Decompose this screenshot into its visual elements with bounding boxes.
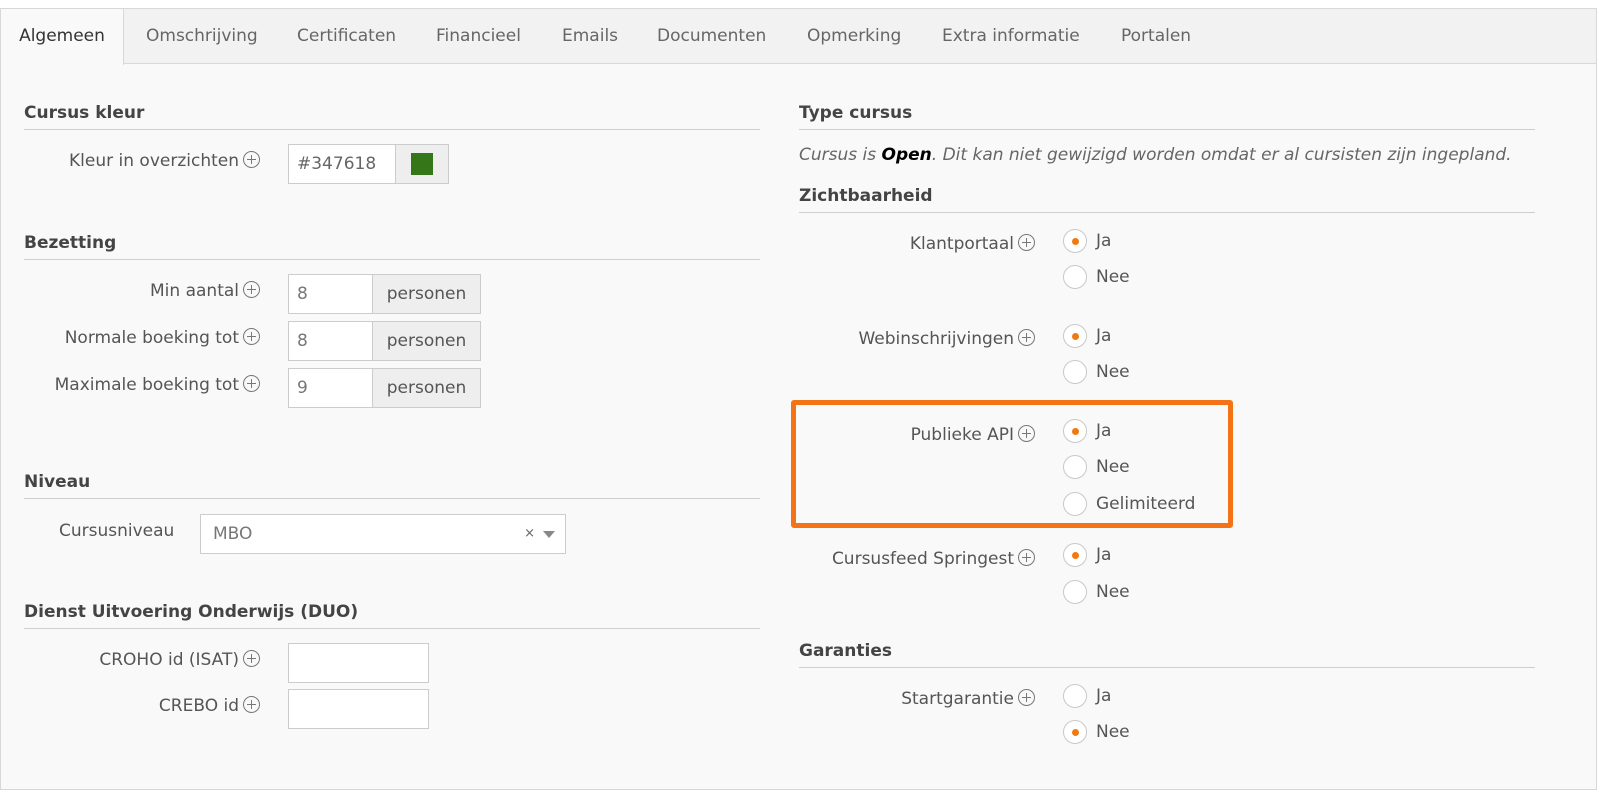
plus-circle-icon[interactable] [243,696,260,713]
springest-label: Cursusfeed Springest [832,549,1035,569]
radio-selected[interactable] [1063,720,1087,744]
plus-circle-icon[interactable] [243,281,260,298]
section-bezetting: Bezetting [24,233,760,260]
croho-label: CROHO id (ISAT) [99,650,260,670]
plus-circle-icon[interactable] [1018,329,1035,346]
section-cursus-kleur: Cursus kleur [24,103,760,130]
plus-circle-icon[interactable] [243,328,260,345]
klantportaal-label-text: Klantportaal [909,234,1014,254]
kleur-label: Kleur in overzichten [69,151,260,171]
cursusniveau-value: MBO [213,524,253,544]
crebo-label-text: CREBO id [158,696,239,716]
radio-unselected[interactable] [1063,580,1087,604]
radio-label: Nee [1096,582,1130,602]
tab-portalen[interactable]: Portalen [1121,9,1191,63]
plus-circle-icon[interactable] [1018,549,1035,566]
radio-unselected[interactable] [1063,492,1087,516]
webinschrijvingen-label-text: Webinschrijvingen [858,329,1014,349]
radio-label: Gelimiteerd [1096,494,1196,514]
kleur-label-text: Kleur in overzichten [69,151,239,171]
radio-label: Ja [1096,545,1112,565]
plus-circle-icon[interactable] [243,151,260,168]
personen-addon: personen [372,321,481,361]
radio-label: Ja [1096,421,1112,441]
tab-emails[interactable]: Emails [562,9,618,63]
radio-unselected[interactable] [1063,684,1087,708]
radio-unselected[interactable] [1063,455,1087,479]
crebo-input[interactable] [288,689,429,729]
tab-documenten[interactable]: Documenten [657,9,766,63]
plus-circle-icon[interactable] [243,650,260,667]
radio-label: Ja [1096,326,1112,346]
color-picker-button[interactable] [395,144,449,184]
radio-label: Nee [1096,457,1130,477]
tab-bar: Algemeen Omschrijving Certificaten Finan… [1,9,1596,65]
radio-selected[interactable] [1063,229,1087,253]
color-swatch [411,153,433,175]
cursusniveau-select[interactable]: MBO × [200,514,566,554]
plus-circle-icon[interactable] [1018,425,1035,442]
radio-label: Nee [1096,267,1130,287]
tab-opmerking[interactable]: Opmerking [807,9,901,63]
note-status: Open [881,145,932,165]
normale-boeking-input[interactable]: 8 [288,321,374,361]
min-aantal-label-text: Min aantal [150,281,239,301]
crebo-label: CREBO id [159,696,260,716]
croho-label-text: CROHO id (ISAT) [99,650,239,670]
publieke-api-label: Publieke API [911,425,1035,445]
section-duo: Dienst Uitvoering Onderwijs (DUO) [24,602,760,629]
tab-financieel[interactable]: Financieel [436,9,521,63]
note-prefix: Cursus is [799,145,882,165]
webinschrijvingen-label: Webinschrijvingen [858,329,1035,349]
min-aantal-input[interactable]: 8 [288,274,374,314]
tab-algemeen[interactable]: Algemeen [1,9,124,65]
plus-circle-icon[interactable] [1018,234,1035,251]
chevron-down-icon[interactable] [543,531,555,538]
tab-extra-informatie[interactable]: Extra informatie [942,9,1080,63]
radio-unselected[interactable] [1063,360,1087,384]
personen-addon: personen [372,368,481,408]
plus-circle-icon[interactable] [1018,689,1035,706]
section-type-cursus: Type cursus [799,103,1535,130]
kleur-input[interactable]: #347618 [288,144,396,184]
croho-input[interactable] [288,643,429,683]
radio-unselected[interactable] [1063,265,1087,289]
section-garanties: Garanties [799,641,1535,668]
personen-addon: personen [372,274,481,314]
normale-boeking-label-text: Normale boeking tot [64,328,239,348]
normale-boeking-label: Normale boeking tot [65,328,260,348]
tab-certificaten[interactable]: Certificaten [297,9,396,63]
min-aantal-label: Min aantal [150,281,260,301]
type-cursus-note: Cursus is Open. Dit kan niet gewijzigd w… [799,145,1512,165]
tab-omschrijving[interactable]: Omschrijving [146,9,258,63]
maximale-boeking-label: Maximale boeking tot [55,375,260,395]
klantportaal-label: Klantportaal [910,234,1035,254]
startgarantie-label-text: Startgarantie [901,689,1014,709]
radio-label: Ja [1096,231,1112,251]
note-suffix: . Dit kan niet gewijzigd worden omdat er… [931,145,1512,165]
publieke-api-label-text: Publieke API [910,425,1014,445]
radio-selected[interactable] [1063,324,1087,348]
maximale-boeking-input[interactable]: 9 [288,368,374,408]
springest-label-text: Cursusfeed Springest [831,549,1014,569]
maximale-boeking-label-text: Maximale boeking tot [54,375,239,395]
radio-label: Nee [1096,722,1130,742]
radio-selected[interactable] [1063,543,1087,567]
radio-label: Ja [1096,686,1112,706]
radio-selected[interactable] [1063,419,1087,443]
startgarantie-label: Startgarantie [901,689,1035,709]
section-zichtbaarheid: Zichtbaarheid [799,186,1535,213]
cursusniveau-label: Cursusniveau [59,521,175,541]
radio-label: Nee [1096,362,1130,382]
section-niveau: Niveau [24,472,760,499]
clear-icon[interactable]: × [524,515,535,553]
plus-circle-icon[interactable] [243,375,260,392]
